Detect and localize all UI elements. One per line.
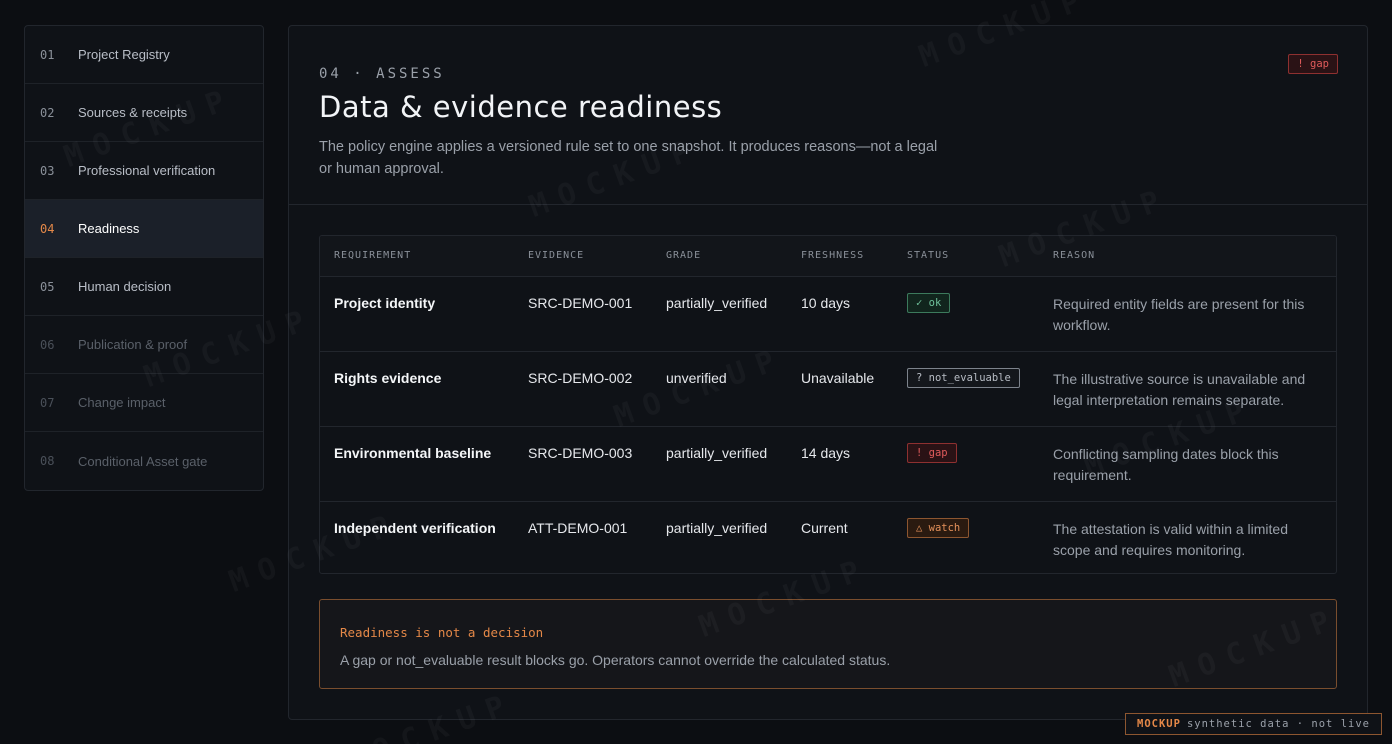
table-row: Environmental baseline SRC-DEMO-003 part… [320,426,1336,501]
status-badge-ok: ✓ ok [907,292,951,313]
evidence-cell: ATT-DEMO-001 [528,519,628,536]
sidebar-item-label: Change impact [78,395,166,410]
reason-cell: The attestation is valid within a limite… [1053,520,1288,558]
callout-body: A gap or not_evaluable result blocks go.… [340,652,891,668]
sidebar-item-label: Professional verification [78,163,216,178]
status-badge-watch: △ watch [907,517,970,538]
requirement-cell: Environmental baseline [334,444,492,461]
sidebar-item-label: Conditional Asset gate [78,453,208,469]
status-cell: ✓ ok [893,276,1039,351]
sidebar-item-label: Readiness [78,221,140,236]
table-row: Project identity SRC-DEMO-001 partially_… [320,276,1336,351]
grade-cell: partially_verified [666,444,768,461]
requirement-cell: Project identity [334,294,436,311]
sidebar-item-number: 02 [40,105,55,120]
step-eyebrow: 04 · ASSESS [319,66,445,82]
freshness-cell: Unavailable [801,369,875,386]
sidebar-item-number: 07 [40,395,55,410]
sidebar-item-number: 01 [40,47,55,62]
callout-title: Readiness is not a decision [340,625,544,640]
grade-cell: unverified [666,369,727,386]
sidebar-item-label: Project Registry [78,47,170,62]
grade-cell: partially_verified [666,294,768,311]
requirement-cell: Independent verification [334,519,496,536]
footer-tag-text: synthetic data · not live [1186,718,1370,730]
sidebar-item-conditional-asset-gate: 08 Conditional Asset gate [25,432,263,490]
status-cell: ? not_evaluable [893,351,1039,426]
sidebar-item-number: 03 [40,163,55,178]
column-header-evidence: EVIDENCE [514,236,652,277]
grade-cell: partially_verified [666,519,768,536]
page-header: 04 · ASSESS Data & evidence readiness Th… [289,26,1367,205]
sidebar-nav: 01 Project Registry 02 Sources & receipt… [24,25,264,491]
status-cell: △ watch [893,501,1039,573]
sidebar-item-number: 05 [40,279,55,294]
sidebar-item-number: 06 [40,337,55,352]
readiness-table: REQUIREMENT EVIDENCE GRADE FRESHNESS STA… [319,235,1337,574]
sidebar-item-label: Human decision [78,279,172,294]
column-header-grade: GRADE [652,236,787,277]
overall-status-badge: ! gap [1288,54,1338,74]
main-panel: 04 · ASSESS Data & evidence readiness Th… [288,25,1368,720]
sidebar-item-number: 04 [40,221,55,236]
evidence-cell: SRC-DEMO-002 [528,369,633,386]
sidebar-item-sources-receipts[interactable]: 02 Sources & receipts [25,84,263,142]
freshness-cell: Current [801,519,848,536]
status-badge-not-evaluable: ? not_evaluable [907,367,1020,388]
table-row: Rights evidence SRC-DEMO-002 unverified … [320,351,1336,426]
mockup-footer-tag: MOCKUP synthetic data · not live [1125,713,1382,735]
evidence-cell: SRC-DEMO-003 [528,444,633,461]
freshness-cell: 10 days [801,294,851,311]
status-cell: ! gap [893,426,1039,501]
freshness-cell: 14 days [801,444,851,461]
sidebar-item-professional-verification[interactable]: 03 Professional verification [25,142,263,200]
page-description: The policy engine applies a versioned ru… [319,139,938,177]
sidebar-item-change-impact: 07 Change impact [25,374,263,432]
sidebar-item-project-registry[interactable]: 01 Project Registry [25,26,263,84]
readiness-callout: Readiness is not a decision A gap or not… [319,599,1337,689]
status-badge-gap: ! gap [907,442,957,463]
column-header-freshness: FRESHNESS [787,236,893,277]
table-row: Independent verification ATT-DEMO-001 pa… [320,501,1336,573]
sidebar-item-label: Sources & receipts [78,105,188,120]
reason-cell: Required entity fields are present for t… [1053,295,1305,333]
sidebar-item-number: 08 [40,454,55,468]
sidebar-item-human-decision[interactable]: 05 Human decision [25,258,263,316]
column-header-requirement: REQUIREMENT [320,236,514,277]
sidebar-item-publication-proof: 06 Publication & proof [25,316,263,374]
page-title: Data & evidence readiness [319,90,723,124]
reason-cell: Conflicting sampling dates block this re… [1053,445,1279,483]
evidence-cell: SRC-DEMO-001 [528,294,633,311]
column-header-status: STATUS [893,236,1039,277]
footer-tag-strong: MOCKUP [1137,718,1181,730]
requirement-cell: Rights evidence [334,369,442,386]
gap-badge: ! gap [1288,54,1338,74]
sidebar-item-readiness[interactable]: 04 Readiness [25,200,263,258]
column-header-reason: REASON [1039,236,1336,277]
table-header-row: REQUIREMENT EVIDENCE GRADE FRESHNESS STA… [320,236,1336,277]
reason-cell: The illustrative source is unavailable a… [1053,370,1306,408]
sidebar-item-label: Publication & proof [78,337,188,352]
